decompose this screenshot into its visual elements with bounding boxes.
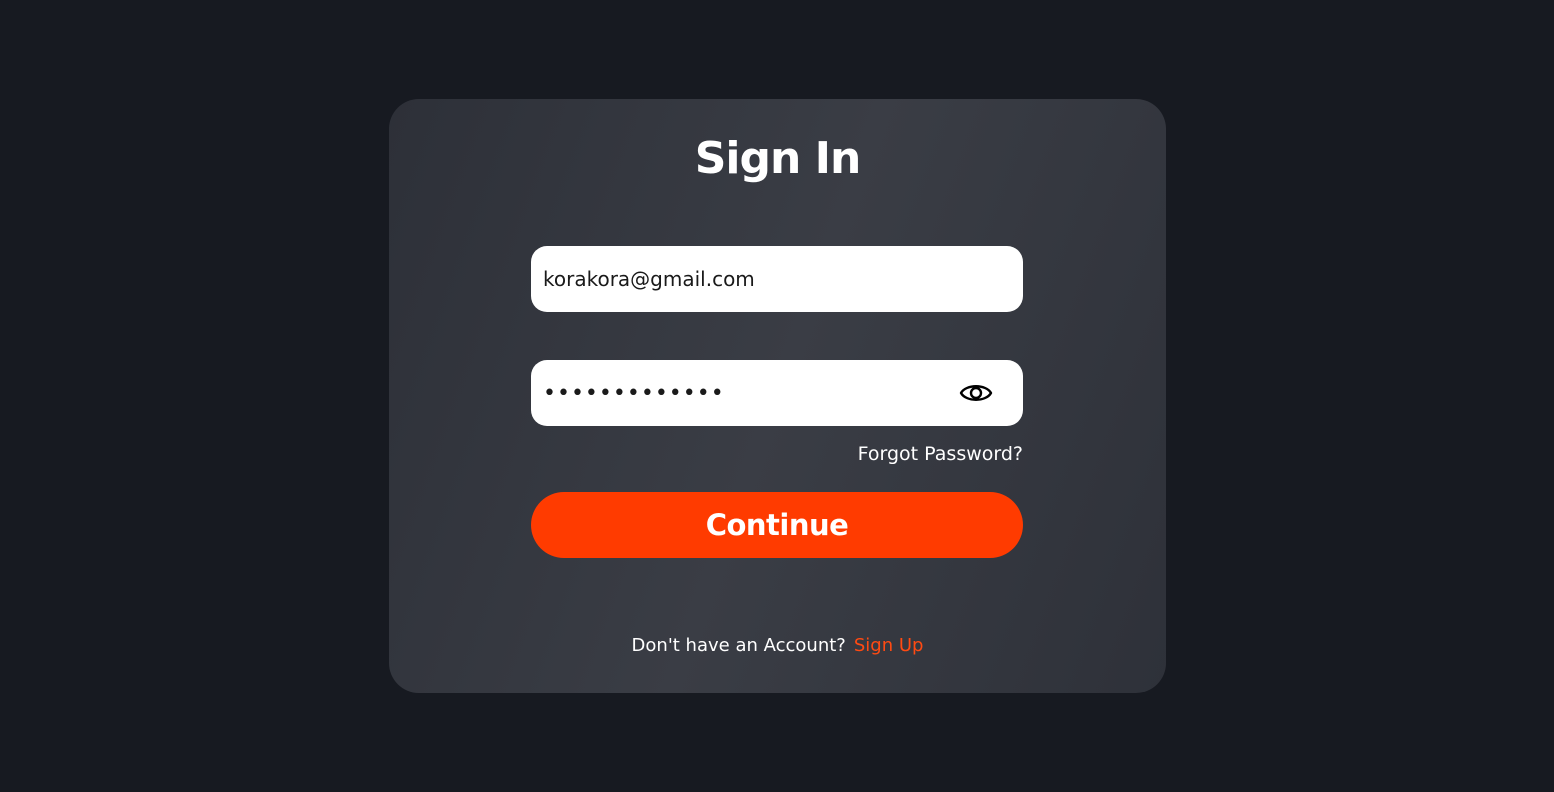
password-field[interactable] — [531, 360, 931, 426]
eye-icon[interactable] — [959, 379, 993, 407]
signup-prompt: Don't have an Account? Sign Up — [389, 635, 1166, 656]
continue-button[interactable]: Continue — [531, 492, 1023, 558]
signup-link[interactable]: Sign Up — [854, 635, 924, 656]
page-title: Sign In — [694, 133, 862, 184]
email-field[interactable] — [531, 246, 931, 312]
signup-prompt-text: Don't have an Account? — [631, 635, 846, 656]
signin-card: Sign In Forgot Password? Continue Don't … — [389, 99, 1166, 693]
password-field-container — [531, 360, 1023, 426]
email-field-container — [531, 246, 1023, 312]
forgot-password-link[interactable]: Forgot Password? — [858, 443, 1023, 465]
